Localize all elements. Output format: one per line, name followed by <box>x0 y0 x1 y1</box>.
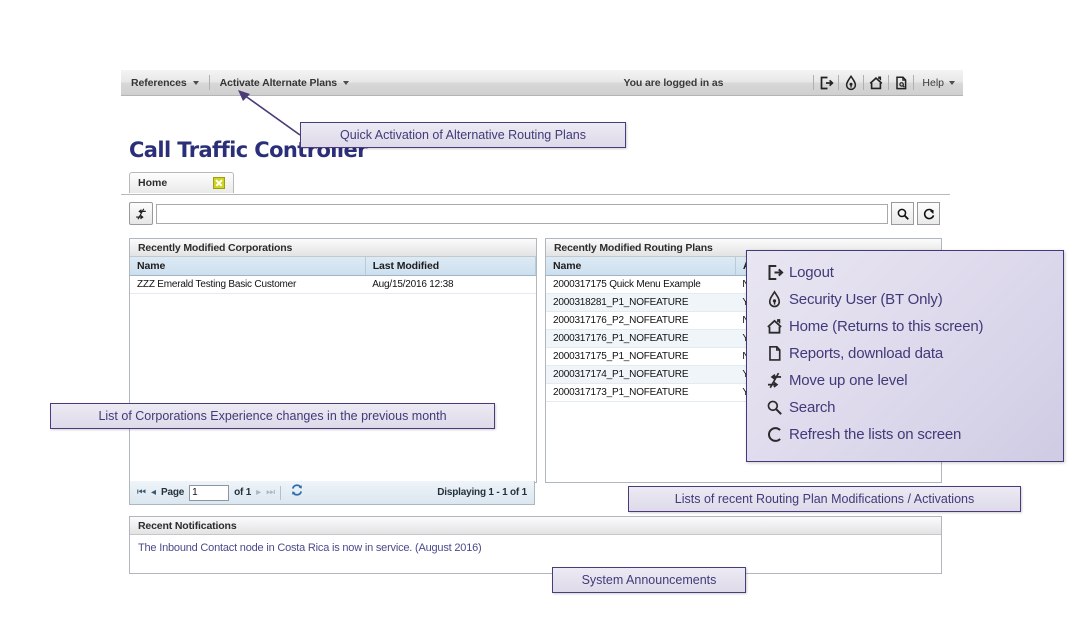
search-icon <box>759 398 789 417</box>
recent-notifications-panel: Recent Notifications The Inbound Contact… <box>129 516 942 574</box>
cell-name: 2000317175 Quick Menu Example <box>546 275 736 294</box>
pager-page-input[interactable] <box>189 484 230 501</box>
security-user-icon[interactable] <box>839 72 863 94</box>
menu-references-label: References <box>131 76 187 89</box>
tab-home[interactable]: Home <box>129 172 234 193</box>
logout-icon <box>759 263 789 282</box>
corporations-table: Name Last Modified ZZZ Emerald Testing B… <box>130 257 537 294</box>
legend-row: Security User (BT Only) <box>759 286 1063 313</box>
menu-activate-alternate-plans[interactable]: Activate Alternate Plans <box>210 70 359 95</box>
home-icon <box>759 317 789 336</box>
recently-modified-corporations-panel: Recently Modified Corporations Name Last… <box>129 238 537 483</box>
legend-label: Reports, download data <box>789 345 944 362</box>
chevron-down-icon <box>343 80 350 85</box>
legend-row: Search <box>759 394 1063 421</box>
pager-of-label: of 1 <box>234 487 252 498</box>
search-bar-row <box>129 201 940 226</box>
refresh-icon <box>759 425 789 444</box>
refresh-icon[interactable] <box>917 202 940 225</box>
close-icon[interactable] <box>213 177 225 189</box>
notification-message: The Inbound Contact node in Costa Rica i… <box>138 542 482 554</box>
home-icon[interactable] <box>864 72 888 94</box>
top-toolbar: References Activate Alternate Plans You … <box>121 70 963 96</box>
cell-name: 2000318281_P1_NOFEATURE <box>546 293 736 312</box>
column-header-name[interactable]: Name <box>546 257 736 276</box>
legend-row: Reports, download data <box>759 340 1063 367</box>
routing-plans-panel-title: Recently Modified Routing Plans <box>554 241 713 254</box>
security-user-icon <box>759 290 789 309</box>
pager-divider <box>280 485 282 500</box>
legend-label: Home (Returns to this screen) <box>789 318 984 335</box>
legend-row: Move up one level <box>759 367 1063 394</box>
reports-icon[interactable] <box>889 72 913 94</box>
cell-last-modified: Aug/15/2016 12:38 <box>365 275 536 294</box>
move-up-one-level-icon <box>759 371 789 390</box>
menu-help-label: Help <box>922 76 944 89</box>
table-row[interactable]: ZZZ Emerald Testing Basic Customer Aug/1… <box>130 275 536 294</box>
corporations-panel-header: Recently Modified Corporations <box>130 239 536 257</box>
icon-legend-panel: Logout Security User (BT Only) Home (Ret… <box>746 250 1064 462</box>
cell-name: 2000317176_P1_NOFEATURE <box>546 329 736 348</box>
cell-name: ZZZ Emerald Testing Basic Customer <box>130 275 366 294</box>
chevron-down-icon <box>192 80 199 85</box>
corporations-pager: ⏮ ◂ Page of 1 ▸ ⏭ Displaying 1 - 1 of 1 <box>129 481 535 505</box>
column-header-name[interactable]: Name <box>130 257 366 276</box>
legend-row: Logout <box>759 259 1063 286</box>
callout-system-announcements: System Announcements <box>552 567 746 593</box>
menu-help[interactable]: Help <box>914 77 963 89</box>
next-page-icon[interactable]: ▸ <box>256 487 261 498</box>
last-page-icon[interactable]: ⏭ <box>266 487 275 498</box>
search-icon[interactable] <box>891 202 914 225</box>
menu-activate-alternate-plans-label: Activate Alternate Plans <box>219 76 338 89</box>
corporations-panel-title: Recently Modified Corporations <box>138 241 293 254</box>
search-input[interactable] <box>156 203 888 224</box>
logged-in-username <box>729 77 813 89</box>
first-page-icon[interactable]: ⏮ <box>137 487 146 498</box>
callout-quick-activation: Quick Activation of Alternative Routing … <box>300 122 626 148</box>
corporations-header-row: Name Last Modified <box>130 257 537 276</box>
cell-name: 2000317173_P1_NOFEATURE <box>546 383 736 402</box>
callout-corporations-list: List of Corporations Experience changes … <box>50 403 495 429</box>
move-up-one-level-icon[interactable] <box>129 202 153 225</box>
refresh-icon[interactable] <box>290 483 304 502</box>
legend-label: Move up one level <box>789 372 908 389</box>
notifications-panel-header: Recent Notifications <box>130 517 941 535</box>
pager-page-label: Page <box>161 487 185 498</box>
legend-label: Search <box>789 399 836 416</box>
notifications-panel-title: Recent Notifications <box>138 519 237 532</box>
tab-home-label: Home <box>138 177 168 189</box>
menu-references[interactable]: References <box>121 70 209 95</box>
callout-routing-plans: Lists of recent Routing Plan Modificatio… <box>628 486 1021 512</box>
chevron-down-icon <box>949 80 955 85</box>
cell-name: 2000317174_P1_NOFEATURE <box>546 365 736 384</box>
logout-icon[interactable] <box>814 72 838 94</box>
logged-in-label: You are logged in as <box>623 76 724 89</box>
legend-row: Home (Returns to this screen) <box>759 313 1063 340</box>
legend-label: Logout <box>789 264 834 281</box>
cell-name: 2000317175_P1_NOFEATURE <box>546 347 736 366</box>
legend-label: Refresh the lists on screen <box>789 426 962 443</box>
pager-count-label: Displaying 1 - 1 of 1 <box>437 487 527 498</box>
cell-name: 2000317176_P2_NOFEATURE <box>546 311 736 330</box>
reports-icon <box>759 344 789 363</box>
prev-page-icon[interactable]: ◂ <box>151 487 156 498</box>
legend-label: Security User (BT Only) <box>789 291 943 308</box>
column-header-last-modified[interactable]: Last Modified <box>365 257 537 276</box>
legend-row: Refresh the lists on screen <box>759 421 1063 448</box>
tab-strip: Home <box>121 172 950 195</box>
